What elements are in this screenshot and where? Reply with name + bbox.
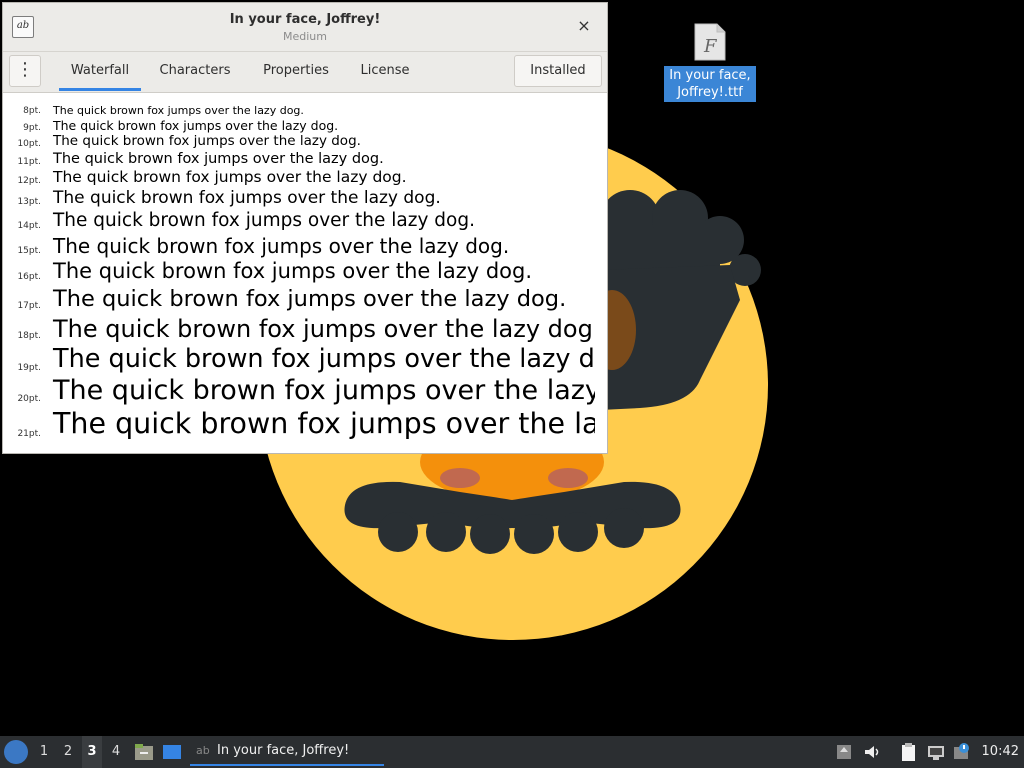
font-app-task-icon: ab (196, 744, 210, 757)
waterfall-size-label: 10pt. (17, 138, 41, 149)
window-title: In your face, Joffrey! (229, 12, 381, 27)
file-manager-icon[interactable] (134, 742, 154, 762)
notification-icon[interactable] (952, 742, 972, 762)
waterfall-size-label: 12pt. (17, 175, 41, 186)
tab-license[interactable]: License (353, 52, 417, 90)
desktop-file-icon[interactable]: F In your face, Joffrey!.ttf (664, 22, 756, 102)
waterfall-size-label: 9pt. (23, 122, 41, 133)
waterfall-row: 20pt. The quick brown fox jumps over the … (5, 375, 595, 410)
workspace-1[interactable]: 1 (34, 736, 54, 768)
waterfall-row: 14pt. The quick brown fox jumps over the … (5, 210, 595, 237)
waterfall-sample-text: The quick brown fox jumps over the lazy … (53, 438, 595, 442)
start-menu-icon[interactable] (4, 740, 28, 764)
waterfall-row: 18pt. The quick brown fox jumps over the … (5, 315, 595, 347)
font-viewer-window: ab In your face, Joffrey! Medium × ⋮ Wat… (2, 2, 608, 454)
waterfall-sample-text: The quick brown fox jumps over the lazy … (53, 151, 384, 167)
clipboard-icon[interactable] (898, 742, 918, 762)
waterfall-sample-text: The quick brown fox jumps over the lazy … (53, 168, 407, 186)
waterfall-size-label: 15pt. (17, 246, 41, 256)
close-button[interactable]: × (575, 17, 593, 35)
waterfall-sample-text: The quick brown fox jumps over the lazy … (53, 286, 567, 312)
waterfall-size-label: 21pt. (17, 428, 41, 439)
waterfall-size-label: 11pt. (17, 156, 41, 167)
task-label: In your face, Joffrey! (217, 743, 350, 758)
waterfall-size-label: 14pt. (17, 220, 41, 231)
waterfall-sample-text: The quick brown fox jumps over the lazy … (53, 407, 595, 440)
show-desktop-icon[interactable] (162, 742, 182, 762)
updates-icon[interactable] (834, 742, 854, 762)
waterfall-sample-text: The quick brown fox jumps over the lazy … (53, 344, 595, 374)
toolbar: ⋮ Waterfall Characters Properties Licens… (3, 52, 607, 93)
font-file-icon: F (693, 22, 727, 62)
tab-waterfall[interactable]: Waterfall (59, 52, 141, 91)
waterfall-row: 15pt. The quick brown fox jumps over the … (5, 234, 595, 262)
waterfall-size-label: 18pt. (17, 331, 41, 341)
waterfall-row: 19pt. The quick brown fox jumps over the … (5, 344, 595, 379)
waterfall-preview[interactable]: 8pt. The quick brown fox jumps over the l… (5, 93, 595, 441)
waterfall-row: 17pt. The quick brown fox jumps over the … (5, 286, 595, 317)
waterfall-row: 22pt.The quick brown fox jumps over the … (5, 438, 595, 442)
window-subtitle: Medium (283, 30, 327, 43)
workspace-3[interactable]: 3 (82, 736, 102, 768)
waterfall-sample-text: The quick brown fox jumps over the lazy … (53, 375, 595, 406)
waterfall-size-label: 8pt. (23, 106, 41, 116)
waterfall-sample-text: The quick brown fox jumps over the lazy … (53, 210, 475, 231)
task-font-viewer[interactable]: ab In your face, Joffrey! (190, 738, 384, 766)
waterfall-sample-text: The quick brown fox jumps over the lazy … (53, 234, 510, 258)
waterfall-sample-text: The quick brown fox jumps over the lazy … (53, 259, 533, 283)
waterfall-sample-text: The quick brown fox jumps over the lazy … (53, 133, 361, 149)
waterfall-size-label: 20pt. (17, 394, 41, 404)
taskbar: 1 2 3 4 ab In your face, Joffrey! 10:42 (0, 736, 1024, 768)
installed-button[interactable]: Installed (514, 55, 602, 87)
network-icon[interactable] (926, 742, 946, 762)
waterfall-size-label: 17pt. (17, 300, 41, 311)
volume-icon[interactable] (862, 742, 882, 762)
titlebar[interactable]: ab In your face, Joffrey! Medium × (3, 3, 607, 52)
waterfall-sample-text: The quick brown fox jumps over the lazy … (53, 104, 304, 117)
waterfall-sample-text: The quick brown fox jumps over the lazy … (53, 315, 595, 343)
workspace-2[interactable]: 2 (58, 736, 78, 768)
svg-text:F: F (703, 36, 718, 57)
desktop-file-label: In your face, Joffrey!.ttf (664, 66, 756, 102)
waterfall-size-label: 19pt. (17, 362, 41, 373)
clock: 10:42 (981, 744, 1019, 759)
tab-characters[interactable]: Characters (151, 52, 239, 90)
workspace-4[interactable]: 4 (106, 736, 126, 768)
waterfall-row: 16pt. The quick brown fox jumps over the … (5, 259, 595, 288)
waterfall-size-label: 13pt. (17, 197, 41, 207)
menu-button[interactable]: ⋮ (9, 55, 41, 87)
waterfall-size-label: 16pt. (17, 272, 41, 282)
waterfall-sample-text: The quick brown fox jumps over the lazy … (53, 188, 441, 208)
tab-properties[interactable]: Properties (253, 52, 339, 90)
